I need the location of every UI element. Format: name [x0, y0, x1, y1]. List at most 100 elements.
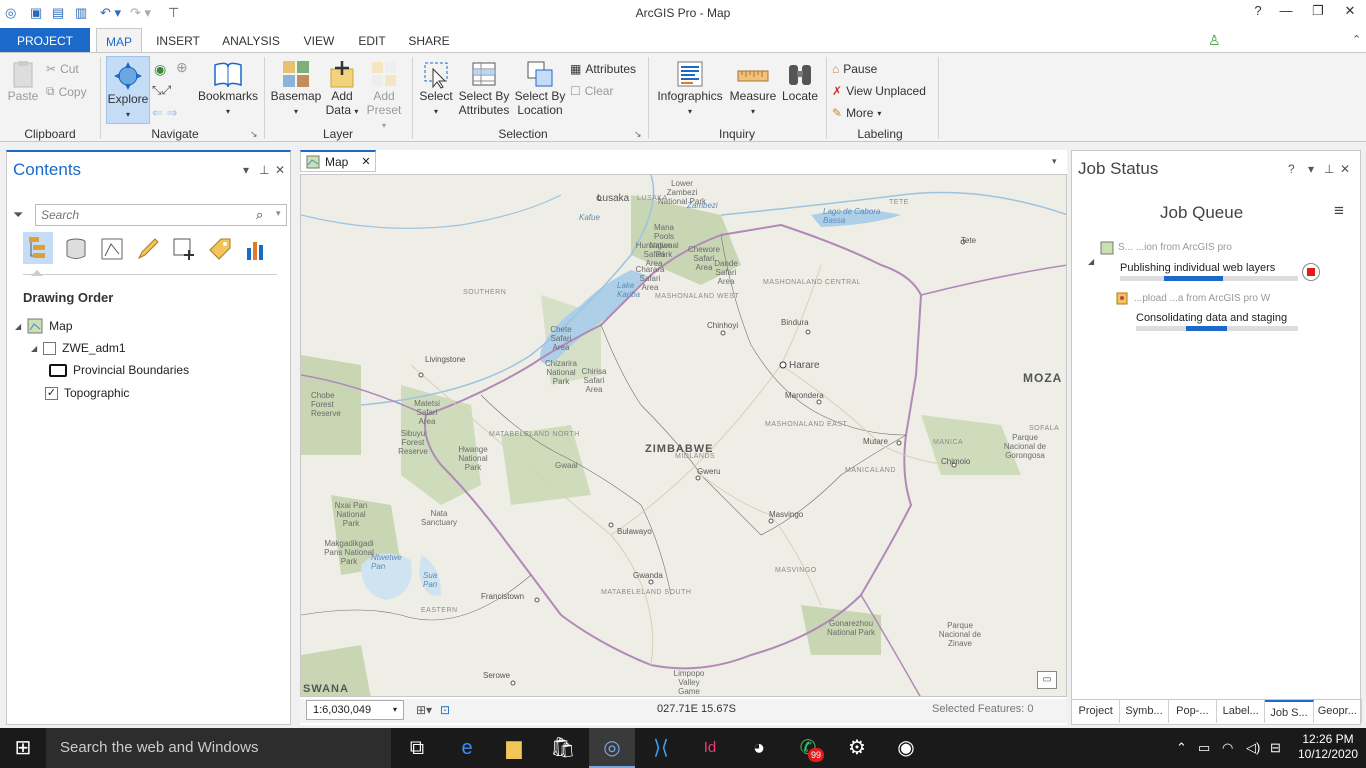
tab-edit[interactable]: EDIT — [350, 28, 394, 52]
fixed-zoom-icon[interactable]: ⊕ — [176, 59, 188, 76]
polygon-symbol-icon[interactable] — [49, 363, 67, 377]
map-canvas[interactable]: ZIMBABWE MOZA SWANA Lusaka Livingstone H… — [300, 174, 1067, 697]
tab-geoprocessing-pane[interactable]: Geopr... — [1314, 700, 1362, 723]
tab-map[interactable]: MAP — [96, 28, 142, 52]
select-by-location-button[interactable]: Select By Location — [512, 59, 568, 117]
snapping-view-icon[interactable] — [171, 236, 197, 262]
settings-icon[interactable]: ⚙ — [834, 728, 880, 768]
locate-button[interactable]: Locate — [778, 59, 822, 103]
collapse-arrow-icon[interactable]: ◢ — [31, 344, 37, 353]
collapse-arrow-icon[interactable]: ◢ — [1088, 257, 1094, 266]
windows-start-icon[interactable]: ⊞ — [0, 728, 46, 768]
add-data-button[interactable]: Add Data ▾ — [324, 59, 360, 117]
edge-icon[interactable]: e — [444, 728, 490, 768]
vscode-icon[interactable]: ⟩⟨ — [638, 728, 684, 768]
pane-menu-icon[interactable]: ▾ — [243, 163, 249, 177]
close-pane-icon[interactable]: ✕ — [1340, 162, 1350, 176]
copy-button[interactable]: ⧉ Copy — [46, 84, 87, 99]
minimize-button[interactable]: — — [1272, 3, 1300, 23]
labeling-view-icon[interactable] — [207, 236, 233, 262]
basemap-button[interactable]: Basemap ▾ — [270, 59, 322, 117]
previous-extent-icon[interactable]: ⇐ ⇒ — [152, 105, 177, 121]
select-button[interactable]: Select ▾ — [416, 59, 456, 117]
pause-labeling-button[interactable]: ⌂ Pause — [832, 62, 877, 76]
tab-analysis[interactable]: ANALYSIS — [216, 28, 286, 52]
scale-dropdown-icon[interactable]: ▾ — [393, 701, 397, 719]
navigate-launcher-icon[interactable]: ↘ — [250, 129, 258, 140]
map-tree-item[interactable]: ◢ Map — [15, 318, 73, 334]
map-tab[interactable]: Map ✕ — [300, 150, 376, 172]
file-explorer-icon[interactable]: ▆ — [491, 728, 537, 768]
pin-icon[interactable]: ⊥ — [1324, 162, 1334, 176]
indesign-icon[interactable]: Id — [687, 728, 733, 768]
taskbar-search[interactable]: Search the web and Windows — [46, 728, 391, 768]
whatsapp-icon[interactable]: ✆ — [785, 728, 831, 768]
grid-icon[interactable]: ⊞▾ — [416, 703, 432, 717]
wifi-icon[interactable]: ◠ — [1222, 740, 1233, 756]
tab-overflow-icon[interactable]: ▾ — [1052, 156, 1057, 167]
tab-job-status-pane[interactable]: Job S... — [1265, 700, 1314, 723]
layer-tree-item-topographic[interactable]: ✓ Topographic — [45, 386, 129, 400]
data-source-icon[interactable] — [63, 236, 89, 262]
infographics-button[interactable]: Infographics ▾ — [654, 59, 726, 117]
explore-button[interactable]: Explore ▾ — [106, 56, 150, 124]
collapse-ribbon-icon[interactable]: ⌃ — [1352, 33, 1361, 46]
store-icon[interactable]: 🛍 — [540, 728, 586, 768]
scale-selector[interactable]: 1:6,030,049 ▾ — [306, 700, 404, 720]
help-button[interactable]: ? — [1244, 3, 1272, 23]
legend-item-provincial[interactable]: Provincial Boundaries — [49, 363, 189, 377]
search-icon[interactable]: ⌕ — [256, 207, 263, 223]
clear-selection-button[interactable]: ☐ Clear — [570, 84, 613, 98]
view-unplaced-button[interactable]: ✗ View Unplaced — [832, 84, 926, 98]
selection-view-icon[interactable] — [99, 236, 125, 262]
volume-icon[interactable]: ◁) — [1246, 740, 1260, 756]
tab-project-pane[interactable]: Project — [1072, 700, 1121, 723]
task-view-icon[interactable]: ⧉ — [394, 728, 440, 768]
taskbar-clock[interactable]: 12:26 PM 10/12/2020 — [1293, 732, 1363, 762]
paste-button[interactable]: Paste — [6, 59, 40, 103]
camera-app-icon[interactable]: ◉ — [883, 728, 929, 768]
full-extent-icon[interactable]: ◉ — [154, 61, 166, 78]
tray-expand-icon[interactable]: ⌃ — [1176, 740, 1187, 756]
tab-project[interactable]: PROJECT — [0, 28, 90, 52]
user-icon[interactable]: ♙ — [1208, 32, 1221, 49]
measure-button[interactable]: Measure ▾ — [728, 59, 778, 117]
pane-menu-icon[interactable]: ▾ — [1308, 162, 1314, 176]
collapse-arrow-icon[interactable]: ◢ — [15, 322, 21, 331]
search-input[interactable] — [36, 205, 236, 225]
tab-share[interactable]: SHARE — [402, 28, 456, 52]
editing-view-icon[interactable] — [135, 236, 161, 262]
tab-view[interactable]: VIEW — [296, 28, 342, 52]
zoom-in-fixed-icon[interactable]: ⤡⤢ — [152, 83, 171, 98]
search-dropdown-icon[interactable]: ▾ — [276, 208, 281, 219]
layer-tree-item-zwe[interactable]: ◢ ZWE_adm1 — [31, 341, 126, 355]
hamburger-menu-icon[interactable]: ≡ — [1334, 201, 1344, 221]
select-by-attributes-button[interactable]: Select By Attributes — [456, 59, 512, 117]
battery-icon[interactable]: ▭ — [1198, 740, 1210, 756]
selected-features-count[interactable]: Selected Features: 0 — [932, 703, 1034, 715]
chrome-icon[interactable]: ◕ — [736, 728, 782, 768]
contents-search[interactable]: ⌕ ▾ — [35, 204, 287, 226]
filter-icon[interactable]: ⏷ — [13, 207, 23, 223]
tab-symbology-pane[interactable]: Symb... — [1120, 700, 1169, 723]
add-preset-button[interactable]: Add Preset ▾ — [364, 59, 404, 131]
close-pane-icon[interactable]: ✕ — [275, 163, 285, 177]
drawing-order-view[interactable] — [23, 232, 53, 264]
tab-popups-pane[interactable]: Pop-... — [1169, 700, 1217, 723]
cut-button[interactable]: ✂ Cut — [46, 62, 79, 76]
layer-visibility-checkbox[interactable] — [43, 341, 57, 355]
overview-icon[interactable]: ▭ — [1037, 671, 1057, 689]
job1-stop-button[interactable] — [1302, 263, 1320, 281]
bookmarks-button[interactable]: Bookmarks ▾ — [198, 59, 258, 117]
restore-button[interactable]: ❐ — [1304, 3, 1332, 23]
help-icon[interactable]: ? — [1288, 162, 1295, 176]
layer-visibility-checkbox[interactable]: ✓ — [45, 386, 58, 400]
keyboard-icon[interactable]: ⊟ — [1270, 740, 1281, 756]
close-button[interactable]: ✕ — [1336, 3, 1364, 23]
tab-labeling-pane[interactable]: Label... — [1217, 700, 1266, 723]
pin-icon[interactable]: ⊥ — [259, 163, 269, 177]
arcgis-pro-taskbar-icon[interactable]: ◎ — [589, 728, 635, 768]
selection-launcher-icon[interactable]: ↘ — [634, 129, 642, 140]
attributes-button[interactable]: ▦ Attributes — [570, 62, 636, 76]
snap-icon[interactable]: ⊡ — [440, 703, 450, 717]
